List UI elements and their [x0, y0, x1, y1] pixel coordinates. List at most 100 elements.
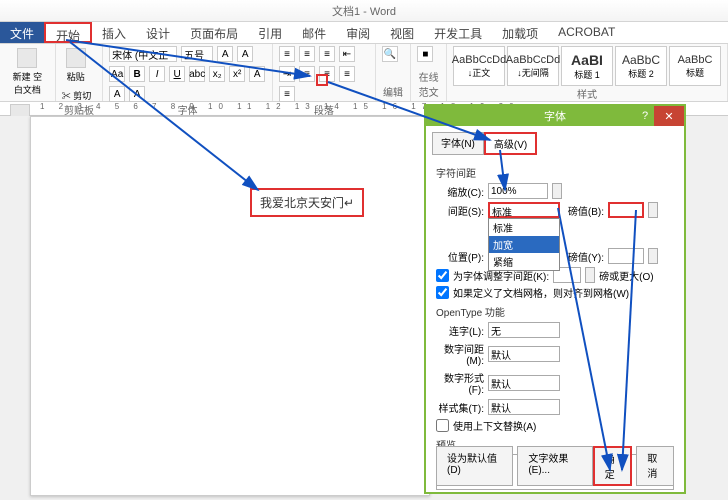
online-templates-button[interactable]: ■: [417, 46, 433, 62]
italic-button[interactable]: I: [149, 66, 165, 82]
style-title[interactable]: AaBbC标题: [669, 46, 721, 86]
kern-spin[interactable]: [585, 267, 595, 283]
tab-home[interactable]: 开始: [44, 22, 92, 43]
pt-b-label: 磅值(B):: [564, 203, 604, 218]
dialog-tab-advanced[interactable]: 高级(V): [484, 132, 537, 155]
grid-checkbox[interactable]: [436, 286, 449, 299]
tab-addins[interactable]: 加载项: [492, 22, 548, 43]
paste-icon: [66, 48, 86, 68]
group-styles: 样式: [453, 86, 721, 101]
sup-button[interactable]: x²: [229, 66, 245, 82]
pt-b-input[interactable]: [608, 202, 644, 218]
tab-developer[interactable]: 开发工具: [424, 22, 492, 43]
numbering-button[interactable]: ≡: [299, 46, 315, 62]
dialog-title-bar: 字体 ? ✕: [426, 106, 684, 126]
char-spacing-section: 字符间距: [436, 165, 674, 180]
tab-view[interactable]: 视图: [380, 22, 424, 43]
opentype-section: OpenType 功能: [436, 304, 674, 319]
grow-font-button[interactable]: A: [217, 46, 233, 62]
pt-y-spin[interactable]: [648, 248, 658, 264]
spacing-opt-condensed[interactable]: 紧缩: [489, 253, 559, 270]
scale-label: 缩放(C):: [436, 184, 484, 199]
numform-label: 数字形式(F):: [436, 370, 484, 396]
ribbon: 新建 空白文档 打开 常用 粘贴 ✂ 剪切 剪贴板 A A Aa B I U a…: [0, 44, 728, 102]
dec-indent-button[interactable]: ⇤: [339, 46, 355, 62]
dialog-close-button[interactable]: ✕: [654, 106, 684, 126]
inc-indent-button[interactable]: ⇥: [279, 66, 295, 82]
paste-button[interactable]: 粘贴: [62, 46, 90, 85]
find-button[interactable]: 🔍: [382, 46, 398, 62]
group-online: 在线范文: [417, 69, 440, 99]
font-dialog-launcher[interactable]: [316, 74, 328, 86]
tab-insert[interactable]: 插入: [92, 22, 136, 43]
bold-button[interactable]: B: [129, 66, 145, 82]
tab-acrobat[interactable]: ACROBAT: [548, 22, 625, 43]
new-doc-icon: [17, 48, 37, 68]
pt-y-input[interactable]: [608, 248, 644, 264]
text-effects-button[interactable]: 文字效果(E)...: [517, 446, 592, 486]
cut-button[interactable]: ✂ 剪切: [62, 89, 92, 102]
ctx-alt-checkbox[interactable]: [436, 419, 449, 432]
text-effect-button[interactable]: A: [249, 66, 265, 82]
spacing-label: 间距(S):: [436, 203, 484, 218]
stylistic-set-input[interactable]: [488, 399, 560, 415]
scale-spin[interactable]: [552, 183, 562, 199]
font-dialog: 字体 ? ✕ 字体(N) 高级(V) 字符间距 缩放(C): 间距(S): 标准…: [424, 104, 686, 494]
tab-design[interactable]: 设计: [136, 22, 180, 43]
pt-b-spin[interactable]: [648, 202, 658, 218]
shrink-font-button[interactable]: A: [237, 46, 253, 62]
ctx-alt-label: 使用上下文替换(A): [453, 418, 536, 433]
underline-button[interactable]: U: [169, 66, 185, 82]
set-default-button[interactable]: 设为默认值(D): [436, 446, 513, 486]
group-editing: 编辑: [382, 84, 405, 99]
dialog-title: 字体: [544, 108, 566, 124]
tab-references[interactable]: 引用: [248, 22, 292, 43]
multilevel-button[interactable]: ≡: [319, 46, 335, 62]
app-title: 文档1 - Word: [332, 3, 396, 19]
sub-button[interactable]: x₂: [209, 66, 225, 82]
change-case-button[interactable]: Aa: [109, 66, 125, 82]
tab-mailings[interactable]: 邮件: [292, 22, 336, 43]
dialog-help-button[interactable]: ?: [636, 106, 654, 126]
cancel-button[interactable]: 取消: [636, 446, 674, 486]
lig-label: 连字(L):: [436, 323, 484, 338]
dialog-tab-font[interactable]: 字体(N): [432, 132, 484, 155]
style-gallery[interactable]: AaBbCcDd↓正文 AaBbCcDd↓无间隔 AaBI标题 1 AaBbC标…: [453, 46, 721, 86]
ok-button[interactable]: 确定: [593, 446, 633, 486]
align-just-button[interactable]: ≡: [279, 86, 295, 102]
num-form-input[interactable]: [488, 375, 560, 391]
align-left-button[interactable]: ≡: [299, 66, 315, 82]
numsp-label: 数字间距(M):: [436, 341, 484, 367]
style-normal[interactable]: AaBbCcDd↓正文: [453, 46, 505, 86]
bullets-button[interactable]: ≡: [279, 46, 295, 62]
num-spacing-input[interactable]: [488, 346, 560, 362]
scale-input[interactable]: [488, 183, 548, 199]
font-size-select[interactable]: [181, 46, 213, 62]
strike-button[interactable]: abc: [189, 66, 205, 82]
highlight-button[interactable]: A: [109, 86, 125, 102]
kern-checkbox[interactable]: [436, 269, 449, 282]
pt-y-label: 磅值(Y):: [564, 249, 604, 264]
new-blank-button[interactable]: 新建 空白文档: [6, 46, 49, 98]
font-name-select[interactable]: [109, 46, 177, 62]
ligatures-input[interactable]: [488, 322, 560, 338]
spacing-opt-normal[interactable]: 标准: [489, 219, 559, 236]
spacing-opt-expanded[interactable]: 加宽: [489, 236, 559, 253]
spacing-combo[interactable]: 标准 标准 加宽 紧缩: [488, 202, 560, 218]
ribbon-tabs: 文件 开始 插入 设计 页面布局 引用 邮件 审阅 视图 开发工具 加载项 AC…: [0, 22, 728, 44]
styset-label: 样式集(T):: [436, 400, 484, 415]
title-bar: 文档1 - Word: [0, 0, 728, 22]
align-right-button[interactable]: ≡: [339, 66, 355, 82]
tab-layout[interactable]: 页面布局: [180, 22, 248, 43]
tab-review[interactable]: 审阅: [336, 22, 380, 43]
style-nospacing[interactable]: AaBbCcDd↓无间隔: [507, 46, 559, 86]
kern-unit-label: 磅或更大(O): [599, 268, 653, 283]
position-label: 位置(P):: [436, 249, 484, 264]
style-h1[interactable]: AaBI标题 1: [561, 46, 613, 86]
style-h2[interactable]: AaBbC标题 2: [615, 46, 667, 86]
grid-label: 如果定义了文档网格，则对齐到网格(W): [453, 285, 629, 300]
font-color-button[interactable]: A: [129, 86, 145, 102]
page[interactable]: [30, 116, 430, 496]
sample-text-highlight: 我爱北京天安门↵: [250, 188, 364, 217]
tab-file[interactable]: 文件: [0, 22, 44, 43]
